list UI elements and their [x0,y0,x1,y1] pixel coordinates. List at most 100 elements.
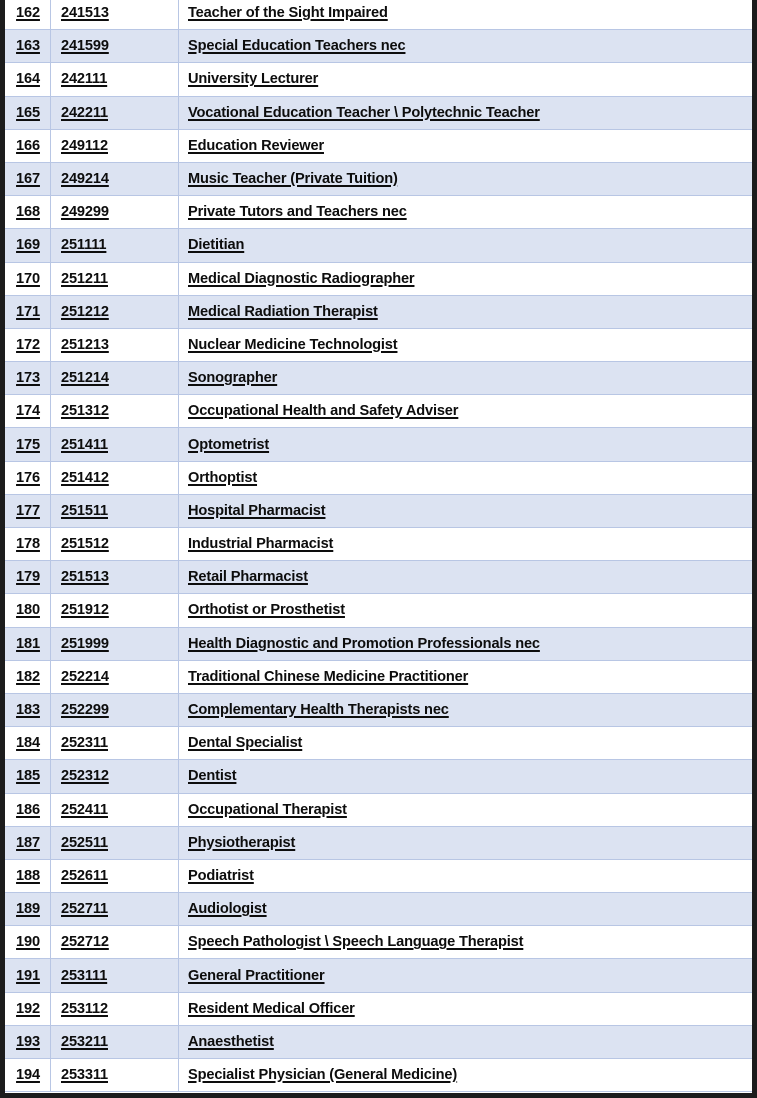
table-row[interactable]: 188 252611 Podiatrist [5,858,752,894]
row-number-cell: 178 [5,526,51,562]
row-number-cell: 171 [5,294,51,329]
occupation-title-cell-text: Physiotherapist [188,834,296,851]
table-row[interactable]: 169 251111 Dietitian [5,228,752,263]
occupation-code-cell-text: 251912 [61,602,109,619]
occupation-code-cell-text: 251111 [61,237,107,254]
table-row[interactable]: 164 242111 University Lecturer [5,62,752,97]
occupation-title-cell: Anaesthetist [178,1024,752,1060]
occupation-title-cell-text: Dental Specialist [188,735,303,752]
occupation-code-cell-text: 251312 [61,403,109,420]
occupation-code-cell: 252511 [50,825,179,860]
table-row[interactable]: 185 252312 Dentist [5,759,752,794]
table-row[interactable]: 182 252214 Traditional Chinese Medicine Pr… [5,659,752,694]
table-row[interactable]: 192 253112 Resident Medical Officer [5,991,752,1026]
occupation-table-body: 162 241513 Teacher of the Sight Impaired 16… [5,0,752,1093]
occupation-title-cell: Optometrist [178,427,752,462]
table-row[interactable]: 167 249214 Music Teacher (Private Tuition) [5,161,752,197]
row-number-cell-text: 180 [16,602,40,619]
occupation-code-cell: 252214 [50,659,179,694]
occupation-code-cell: 252711 [50,892,179,927]
table-row[interactable]: 179 251513 Retail Pharmacist [5,560,752,595]
table-row[interactable]: 178 251512 Industrial Pharmacist [5,526,752,562]
table-row[interactable]: 184 252311 Dental Specialist [5,726,752,761]
occupation-code-cell-text: 253311 [61,1067,108,1084]
table-row[interactable]: 162 241513 Teacher of the Sight Impaired [5,0,752,31]
table-row[interactable]: 183 252299 Complementary Health Therapists… [5,692,752,728]
occupation-code-cell: 242111 [50,62,179,97]
table-row[interactable]: 165 242211 Vocational Education Teacher \ … [5,95,752,130]
occupation-code-cell: 251912 [50,593,179,628]
occupation-code-cell: 253111 [50,958,179,993]
table-row[interactable]: 173 251214 Sonographer [5,361,752,396]
occupation-title-cell-text: Podiatrist [188,867,254,884]
occupation-title-cell: Hospital Pharmacist [178,493,752,529]
row-number-cell: 165 [5,95,51,130]
occupation-code-cell-text: 252511 [61,834,108,851]
occupation-title-cell-text: Orthotist or Prosthetist [188,602,345,619]
table-row[interactable]: 170 251211 Medical Diagnostic Radiographer [5,261,752,296]
occupation-code-cell: 251211 [50,261,179,296]
table-row[interactable]: 193 253211 Anaesthetist [5,1024,752,1060]
occupation-title-cell: Medical Diagnostic Radiographer [178,261,752,296]
occupation-title-cell: Complementary Health Therapists nec [178,692,752,728]
occupation-title-cell-text: Education Reviewer [188,137,324,154]
table-row[interactable]: 166 249112 Education Reviewer [5,128,752,163]
occupation-title-cell-text: Resident Medical Officer [188,1000,355,1017]
occupation-title-cell: Orthotist or Prosthetist [178,593,752,628]
occupation-code-cell: 251111 [50,228,179,263]
row-number-cell: 174 [5,394,51,429]
row-number-cell: 194 [5,1057,51,1093]
table-row[interactable]: 168 249299 Private Tutors and Teachers nec [5,195,752,230]
table-row[interactable]: 171 251212 Medical Radiation Therapist [5,294,752,329]
occupation-code-cell: 249112 [50,128,179,163]
table-row[interactable]: 175 251411 Optometrist [5,427,752,462]
table-row[interactable]: 186 252411 Occupational Therapist [5,792,752,827]
occupation-title-cell-text: Specialist Physician (General Medicine) [188,1067,458,1084]
row-number-cell: 185 [5,759,51,794]
row-number-cell: 177 [5,493,51,529]
occupation-code-cell: 252299 [50,692,179,728]
table-row[interactable]: 189 252711 Audiologist [5,892,752,927]
occupation-title-cell: Special Education Teachers nec [178,29,752,64]
occupation-title-cell-text: Industrial Pharmacist [188,536,334,553]
occupation-title-cell-text: Orthoptist [188,469,258,486]
occupation-title-cell: Podiatrist [178,858,752,894]
row-number-cell-text: 181 [16,635,40,652]
occupation-code-cell: 252712 [50,925,179,960]
table-row[interactable]: 191 253111 General Practitioner [5,958,752,993]
table-row[interactable]: 163 241599 Special Education Teachers nec [5,29,752,64]
occupation-code-cell: 241513 [50,0,179,31]
row-number-cell-text: 188 [16,867,40,884]
table-row[interactable]: 190 252712 Speech Pathologist \ Speech Lan… [5,925,752,960]
row-number-cell: 166 [5,128,51,163]
table-row[interactable]: 180 251912 Orthotist or Prosthetist [5,593,752,628]
row-number-cell: 180 [5,593,51,628]
occupation-code-cell-text: 251513 [61,569,109,586]
table-row[interactable]: 172 251213 Nuclear Medicine Technologist [5,327,752,363]
table-row[interactable]: 176 251412 Orthoptist [5,460,752,495]
occupation-title-cell: Teacher of the Sight Impaired [178,0,752,31]
row-number-cell-text: 186 [16,801,40,818]
table-row[interactable]: 181 251999 Health Diagnostic and Promotion… [5,626,752,661]
occupation-title-cell: Medical Radiation Therapist [178,294,752,329]
occupation-code-cell-text: 242111 [61,71,108,88]
occupation-title-cell: Dentist [178,759,752,794]
occupation-title-cell: Dietitian [178,228,752,263]
row-number-cell: 184 [5,726,51,761]
row-number-cell: 173 [5,361,51,396]
occupation-title-cell: Occupational Health and Safety Adviser [178,394,752,429]
occupation-code-cell-text: 251411 [61,436,108,453]
occupation-title-cell-text: Dentist [188,768,237,785]
table-row[interactable]: 194 253311 Specialist Physician (General M… [5,1057,752,1093]
row-number-cell: 169 [5,228,51,263]
occupation-title-cell: Sonographer [178,361,752,396]
table-row[interactable]: 174 251312 Occupational Health and Safety … [5,394,752,429]
occupation-title-cell: Occupational Therapist [178,792,752,827]
table-row[interactable]: 187 252511 Physiotherapist [5,825,752,860]
occupation-code-cell: 251213 [50,327,179,363]
occupation-code-cell: 251511 [50,493,179,529]
row-number-cell-text: 171 [16,303,40,320]
row-number-cell-text: 165 [16,104,40,121]
occupation-table-frame: 162 241513 Teacher of the Sight Impaired 16… [0,0,757,1098]
table-row[interactable]: 177 251511 Hospital Pharmacist [5,493,752,529]
